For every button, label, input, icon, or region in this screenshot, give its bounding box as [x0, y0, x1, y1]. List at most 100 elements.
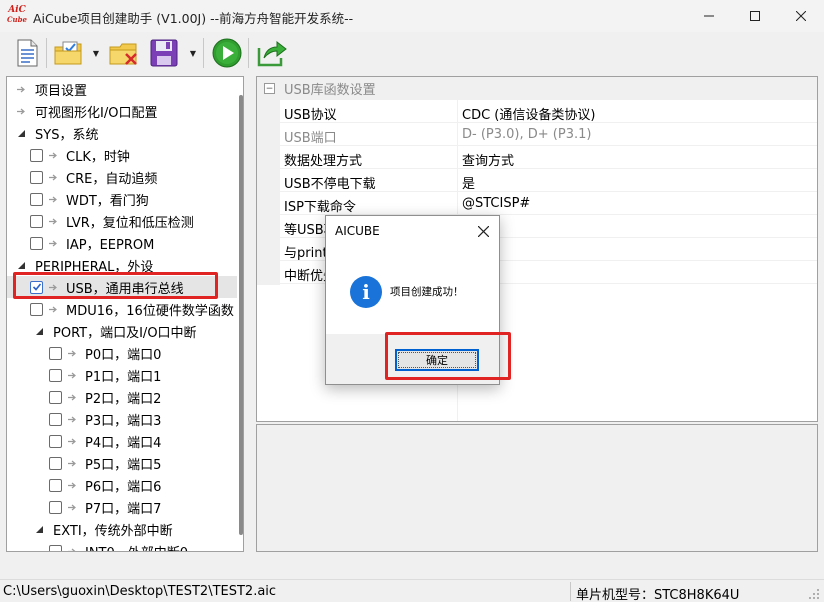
checkbox[interactable] [49, 368, 62, 382]
arrow-right-icon [67, 547, 77, 551]
description-panel [256, 424, 818, 552]
tree-item[interactable]: WDT，看门狗 [7, 188, 237, 210]
grid-category-header[interactable]: − USB库函数设置 [257, 77, 817, 100]
save-button[interactable] [147, 36, 181, 70]
property-row[interactable]: USB端口 D- (P3.0), D+ (P3.1) [280, 123, 817, 146]
tree-scroll-thumb[interactable] [239, 95, 243, 535]
property-row[interactable]: USB不停电下载 是 [280, 169, 817, 192]
arrow-right-icon [67, 459, 77, 468]
checkbox[interactable] [30, 214, 43, 228]
arrow-right-icon [67, 481, 77, 490]
property-value[interactable]: D- (P3.0), D+ (P3.1) [462, 127, 591, 142]
tree-item[interactable]: P2口，端口2 [7, 386, 237, 408]
close-project-button[interactable] [107, 36, 141, 70]
expanded-arrow-icon[interactable] [33, 325, 45, 337]
app-logo: AiC Cube [6, 5, 28, 27]
tree-item[interactable]: INT0，外部中断0 [7, 540, 237, 551]
expanded-arrow-icon[interactable] [33, 523, 45, 535]
checkbox[interactable] [49, 390, 62, 404]
expanded-arrow-icon[interactable] [15, 259, 27, 271]
tree-item-label: PORT，端口及I/O口中断 [53, 325, 197, 341]
tree-item[interactable]: P6口，端口6 [7, 474, 237, 496]
property-divider [457, 192, 458, 215]
property-row[interactable]: ISP下载命令 @STCISP# [280, 192, 817, 215]
window-title: AiCube项目创建助手 (V1.00J) --前海方舟智能开发系统-- [33, 11, 354, 26]
checkbox[interactable] [30, 192, 43, 206]
maximize-icon [750, 11, 760, 21]
tree-item[interactable]: IAP，EEPROM [7, 232, 237, 254]
save-dropdown-arrow[interactable]: ▼ [188, 48, 198, 58]
folder-delete-icon [109, 43, 137, 65]
expanded-arrow-icon[interactable] [15, 127, 27, 139]
property-value[interactable]: 是 [462, 173, 475, 192]
arrow-right-icon [48, 217, 58, 226]
tree-item[interactable]: P5口，端口5 [7, 452, 237, 474]
tree-item-label: P4口，端口4 [85, 435, 162, 451]
arrow-right-icon [67, 503, 77, 512]
property-key: USB协议 [284, 108, 337, 123]
property-divider [457, 123, 458, 146]
tree-item[interactable]: SYS，系统 [7, 122, 237, 144]
property-key: 与print [284, 246, 328, 261]
property-value[interactable]: @STCISP# [462, 196, 530, 211]
property-row[interactable]: 数据处理方式 查询方式 [280, 146, 817, 169]
new-file-button[interactable] [10, 36, 44, 70]
collapse-icon[interactable]: − [264, 83, 275, 94]
tree-item[interactable]: 可视图形化I/O口配置 [7, 100, 237, 122]
arrow-right-icon [48, 195, 58, 204]
tree-item[interactable]: P4口，端口4 [7, 430, 237, 452]
checkbox[interactable] [30, 236, 43, 250]
arrow-right-icon [48, 173, 58, 182]
tree-item[interactable]: P3口，端口3 [7, 408, 237, 430]
tree-item-label: 可视图形化I/O口配置 [35, 105, 158, 121]
open-dropdown-arrow[interactable]: ▼ [91, 48, 101, 58]
checkbox[interactable] [49, 434, 62, 448]
checkbox[interactable] [49, 544, 62, 551]
property-value[interactable]: CDC (通信设备类协议) [462, 104, 595, 123]
tree-item[interactable]: PORT，端口及I/O口中断 [7, 320, 237, 342]
maximize-button[interactable] [732, 0, 778, 32]
checkbox[interactable] [30, 148, 43, 162]
checkbox[interactable] [49, 478, 62, 492]
checkbox[interactable] [30, 170, 43, 184]
property-divider [457, 169, 458, 192]
tree-item-label: P0口，端口0 [85, 347, 162, 363]
close-window-button[interactable] [778, 0, 824, 32]
tree-item[interactable]: CRE，自动追频 [7, 166, 237, 188]
minimize-button[interactable] [686, 0, 732, 32]
tree-scrollbar[interactable] [238, 77, 243, 551]
property-value[interactable]: 查询方式 [462, 150, 514, 169]
arrow-right-icon [15, 83, 27, 95]
checkbox[interactable] [49, 412, 62, 426]
tree-item[interactable]: EXTI，传统外部中断 [7, 518, 237, 540]
config-tree: 项目设置可视图形化I/O口配置 SYS，系统 CLK，时钟 CRE，自动追频 WDT，看… [6, 76, 244, 552]
export-button[interactable] [255, 36, 289, 70]
tree-item-label: WDT，看门狗 [66, 193, 149, 209]
tree-item[interactable]: MDU16，16位硬件数学函数 [7, 298, 237, 320]
tree-item-label: EXTI，传统外部中断 [53, 523, 173, 539]
dialog-close-button[interactable] [472, 220, 494, 242]
arrow-right-icon [67, 349, 77, 358]
property-key: ISP下载命令 [284, 200, 356, 215]
tree-item-label: P7口，端口7 [85, 501, 162, 517]
tree-item[interactable]: CLK，时钟 [7, 144, 237, 166]
tree-item[interactable]: P1口，端口1 [7, 364, 237, 386]
checkbox[interactable] [30, 302, 43, 316]
ok-highlight-box [385, 332, 511, 380]
checkbox[interactable] [49, 500, 62, 514]
checkbox[interactable] [49, 456, 62, 470]
property-row[interactable]: USB协议 CDC (通信设备类协议) [280, 100, 817, 123]
arrow-right-icon [67, 437, 77, 446]
resize-grip-icon[interactable] [808, 588, 820, 600]
tree-item[interactable]: LVR，复位和低压检测 [7, 210, 237, 232]
dialog-title: AICUBE [335, 224, 380, 238]
tree-item[interactable]: P7口，端口7 [7, 496, 237, 518]
tree-item[interactable]: P0口，端口0 [7, 342, 237, 364]
open-project-button[interactable] [52, 36, 86, 70]
run-button[interactable] [210, 36, 244, 70]
checkbox[interactable] [49, 346, 62, 360]
arrow-right-icon [67, 415, 77, 424]
arrow-right-icon [15, 105, 27, 117]
save-disk-icon [150, 39, 178, 67]
tree-item[interactable]: 项目设置 [7, 78, 237, 100]
